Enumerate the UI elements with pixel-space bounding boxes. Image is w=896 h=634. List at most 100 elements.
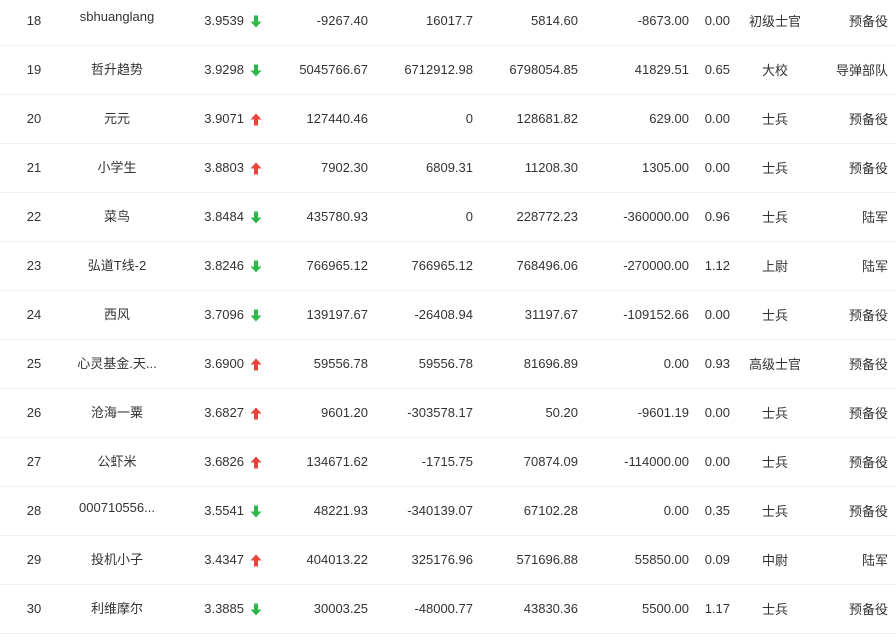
military-rank-cell: 初级士官 bbox=[730, 0, 820, 46]
unit-cell: 预备役 bbox=[820, 437, 896, 487]
unit-cell: 预备役 bbox=[820, 290, 896, 340]
score-cell: 3.8484 bbox=[166, 192, 248, 242]
value-4-cell: 1305.00 bbox=[578, 143, 689, 193]
value-2-cell: 16017.7 bbox=[368, 0, 473, 46]
military-rank-cell: 士兵 bbox=[730, 290, 820, 340]
trend-cell bbox=[248, 143, 270, 193]
trader-name-link[interactable]: sbhuanglang bbox=[68, 0, 166, 46]
table-row[interactable]: 29 投机小子 3.4347 404013.22 325176.96 57169… bbox=[0, 535, 896, 585]
ratio-cell: 0.00 bbox=[689, 290, 730, 340]
unit-cell: 预备役 bbox=[820, 94, 896, 144]
military-rank-cell: 士兵 bbox=[730, 388, 820, 438]
trend-cell bbox=[248, 192, 270, 242]
table-row[interactable]: 20 元元 3.9071 127440.46 0 128681.82 629.0… bbox=[0, 94, 896, 144]
unit-cell: 陆军 bbox=[820, 535, 896, 585]
value-4-cell: 0.00 bbox=[578, 339, 689, 389]
trader-name-link[interactable]: 公虾米 bbox=[68, 437, 166, 487]
value-4-cell: 0.00 bbox=[578, 486, 689, 536]
military-rank-cell: 中尉 bbox=[730, 535, 820, 585]
trader-name-link[interactable]: 小学生 bbox=[68, 143, 166, 193]
unit-cell: 预备役 bbox=[820, 486, 896, 536]
value-3-cell: 768496.06 bbox=[473, 241, 578, 291]
table-row[interactable]: 26 沧海一粟 3.6827 9601.20 -303578.17 50.20 … bbox=[0, 388, 896, 438]
value-4-cell: -360000.00 bbox=[578, 192, 689, 242]
value-1-cell: 59556.78 bbox=[270, 339, 368, 389]
table-row[interactable]: 21 小学生 3.8803 7902.30 6809.31 11208.30 1… bbox=[0, 143, 896, 193]
value-3-cell: 5814.60 bbox=[473, 0, 578, 46]
table-row[interactable]: 30 利维摩尔 3.3885 30003.25 -48000.77 43830.… bbox=[0, 584, 896, 634]
value-3-cell: 43830.36 bbox=[473, 584, 578, 634]
rank-cell: 20 bbox=[0, 94, 68, 144]
ratio-cell: 0.00 bbox=[689, 143, 730, 193]
arrow-down-icon bbox=[250, 64, 262, 77]
value-3-cell: 6798054.85 bbox=[473, 45, 578, 95]
trader-name-link[interactable]: 弘道T线-2 bbox=[68, 241, 166, 291]
trend-cell bbox=[248, 290, 270, 340]
trend-cell bbox=[248, 241, 270, 291]
ratio-cell: 0.93 bbox=[689, 339, 730, 389]
military-rank-cell: 士兵 bbox=[730, 94, 820, 144]
score-cell: 3.6900 bbox=[166, 339, 248, 389]
arrow-down-icon bbox=[250, 260, 262, 273]
ratio-cell: 0.00 bbox=[689, 94, 730, 144]
military-rank-cell: 士兵 bbox=[730, 143, 820, 193]
trader-name-link[interactable]: 菜鸟 bbox=[68, 192, 166, 242]
table-row[interactable]: 25 心灵基金.天... 3.6900 59556.78 59556.78 81… bbox=[0, 339, 896, 389]
trend-cell bbox=[248, 45, 270, 95]
trader-name-link[interactable]: 沧海一粟 bbox=[68, 388, 166, 438]
military-rank-cell: 高级士官 bbox=[730, 339, 820, 389]
value-4-cell: -114000.00 bbox=[578, 437, 689, 487]
ratio-cell: 1.12 bbox=[689, 241, 730, 291]
value-3-cell: 50.20 bbox=[473, 388, 578, 438]
value-2-cell: 325176.96 bbox=[368, 535, 473, 585]
table-row[interactable]: 24 西风 3.7096 139197.67 -26408.94 31197.6… bbox=[0, 290, 896, 340]
table-row[interactable]: 18 sbhuanglang 3.9539 -9267.40 16017.7 5… bbox=[0, 0, 896, 46]
rank-cell: 25 bbox=[0, 339, 68, 389]
value-1-cell: 139197.67 bbox=[270, 290, 368, 340]
value-2-cell: -303578.17 bbox=[368, 388, 473, 438]
value-4-cell: -270000.00 bbox=[578, 241, 689, 291]
ratio-cell: 0.09 bbox=[689, 535, 730, 585]
table-row[interactable]: 19 哲升趋势 3.9298 5045766.67 6712912.98 679… bbox=[0, 45, 896, 95]
value-2-cell: -1715.75 bbox=[368, 437, 473, 487]
rank-cell: 19 bbox=[0, 45, 68, 95]
value-1-cell: 134671.62 bbox=[270, 437, 368, 487]
trader-name-link[interactable]: 利维摩尔 bbox=[68, 584, 166, 634]
trader-name-link[interactable]: 心灵基金.天... bbox=[68, 339, 166, 389]
trader-name-link[interactable]: 西风 bbox=[68, 290, 166, 340]
value-4-cell: -9601.19 bbox=[578, 388, 689, 438]
value-2-cell: -26408.94 bbox=[368, 290, 473, 340]
value-3-cell: 128681.82 bbox=[473, 94, 578, 144]
table-row[interactable]: 22 菜鸟 3.8484 435780.93 0 228772.23 -3600… bbox=[0, 192, 896, 242]
rank-cell: 22 bbox=[0, 192, 68, 242]
value-1-cell: -9267.40 bbox=[270, 0, 368, 46]
ratio-cell: 0.00 bbox=[689, 0, 730, 46]
rank-cell: 21 bbox=[0, 143, 68, 193]
arrow-up-icon bbox=[250, 407, 262, 420]
rank-cell: 26 bbox=[0, 388, 68, 438]
ranking-table: 18 sbhuanglang 3.9539 -9267.40 16017.7 5… bbox=[0, 0, 896, 634]
value-1-cell: 9601.20 bbox=[270, 388, 368, 438]
trader-name-link[interactable]: 哲升趋势 bbox=[68, 45, 166, 95]
trader-name-link[interactable]: 000710556... bbox=[68, 486, 166, 536]
trend-cell bbox=[248, 535, 270, 585]
unit-cell: 陆军 bbox=[820, 192, 896, 242]
score-cell: 3.3885 bbox=[166, 584, 248, 634]
value-2-cell: 6712912.98 bbox=[368, 45, 473, 95]
trader-name-link[interactable]: 元元 bbox=[68, 94, 166, 144]
arrow-down-icon bbox=[250, 505, 262, 518]
arrow-down-icon bbox=[250, 15, 262, 28]
table-row[interactable]: 23 弘道T线-2 3.8246 766965.12 766965.12 768… bbox=[0, 241, 896, 291]
arrow-up-icon bbox=[250, 456, 262, 469]
value-3-cell: 228772.23 bbox=[473, 192, 578, 242]
table-row[interactable]: 28 000710556... 3.5541 48221.93 -340139.… bbox=[0, 486, 896, 536]
value-4-cell: 629.00 bbox=[578, 94, 689, 144]
table-row[interactable]: 27 公虾米 3.6826 134671.62 -1715.75 70874.0… bbox=[0, 437, 896, 487]
trader-name-link[interactable]: 投机小子 bbox=[68, 535, 166, 585]
trend-cell bbox=[248, 339, 270, 389]
value-2-cell: 766965.12 bbox=[368, 241, 473, 291]
value-1-cell: 30003.25 bbox=[270, 584, 368, 634]
value-3-cell: 81696.89 bbox=[473, 339, 578, 389]
value-1-cell: 766965.12 bbox=[270, 241, 368, 291]
rank-cell: 28 bbox=[0, 486, 68, 536]
